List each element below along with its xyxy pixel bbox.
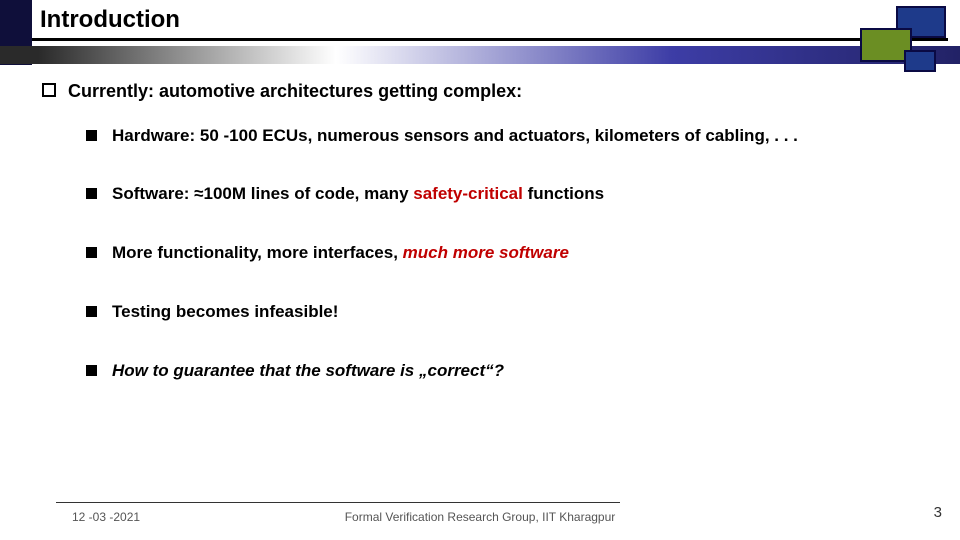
- footer-center-text: Formal Verification Research Group, IIT …: [0, 510, 960, 524]
- bullet-text-post: functions: [523, 184, 604, 203]
- footer-divider: [56, 502, 620, 503]
- decor-square-small-blue: [904, 50, 936, 72]
- filled-square-bullet-icon: [86, 130, 97, 141]
- bullet-text-highlight: safety-critical: [413, 184, 523, 203]
- title-underline: [32, 38, 948, 41]
- slide-title: Introduction: [40, 6, 180, 34]
- filled-square-bullet-icon: [86, 188, 97, 199]
- bullet-text: Hardware: 50 -100 ECUs, numerous sensors…: [112, 126, 798, 145]
- bullet-level1-text: Currently: automotive architectures gett…: [68, 81, 522, 101]
- slide-footer: 12 -03 -2021 Formal Verification Researc…: [0, 502, 960, 530]
- footer-page-number: 3: [934, 504, 942, 521]
- filled-square-bullet-icon: [86, 247, 97, 258]
- bullet-level2: Software: ≈100M lines of code, many safe…: [86, 183, 928, 206]
- bullet-level2: How to guarantee that the software is „c…: [86, 360, 928, 383]
- bullet-level2: Testing becomes infeasible!: [86, 301, 928, 324]
- bullet-text: Testing becomes infeasible!: [112, 302, 338, 321]
- slide: Introduction Currently: automotive archi…: [0, 0, 960, 540]
- bullet-text-highlight: much more software: [403, 243, 569, 262]
- bullet-level2: More functionality, more interfaces, muc…: [86, 242, 928, 265]
- hollow-square-bullet-icon: [42, 83, 56, 97]
- bullet-text-pre: Software: ≈100M lines of code, many: [112, 184, 413, 203]
- gradient-bar: [0, 46, 960, 64]
- filled-square-bullet-icon: [86, 365, 97, 376]
- bullet-level2: Hardware: 50 -100 ECUs, numerous sensors…: [86, 125, 928, 148]
- bullet-level1: Currently: automotive architectures gett…: [42, 80, 928, 103]
- slide-body: Currently: automotive architectures gett…: [42, 80, 928, 496]
- bullet-text: How to guarantee that the software is „c…: [112, 361, 504, 380]
- filled-square-bullet-icon: [86, 306, 97, 317]
- bullet-text-pre: More functionality, more interfaces,: [112, 243, 403, 262]
